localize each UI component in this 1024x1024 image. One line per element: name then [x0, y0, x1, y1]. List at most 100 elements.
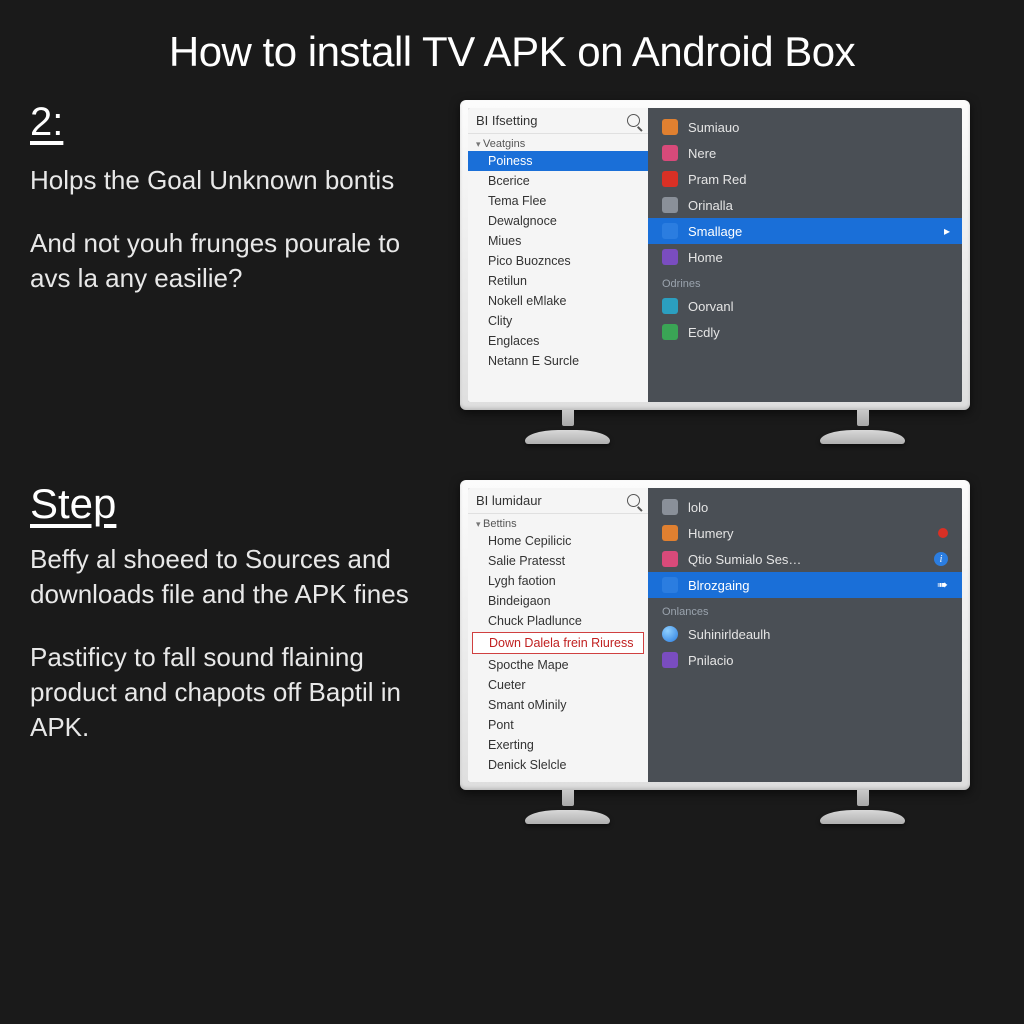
tv-monitor-2: BI lumidaur Bettins Home CepilicicSalie … — [460, 480, 970, 824]
tv1-content: SumiauoNerePram RedOrinallaSmallageHome … — [648, 108, 962, 402]
sidebar-item[interactable]: Down Dalela frein Riuress — [472, 632, 644, 654]
step1-para2: And not youh frunges pourale to avs la a… — [30, 226, 440, 296]
sidebar-item[interactable]: Exerting — [468, 735, 648, 755]
content-item[interactable]: Pram Red — [648, 166, 962, 192]
content-item[interactable]: lolo — [648, 494, 962, 520]
sidebar-item[interactable]: Netann E Surcle — [468, 351, 648, 371]
sidebar-item[interactable]: Cueter — [468, 675, 648, 695]
step1-para1: Holps the Goal Unknown bontis — [30, 163, 440, 198]
tv-leg — [820, 790, 905, 824]
sidebar-item[interactable]: Bindeigaon — [468, 591, 648, 611]
step-row-2: Step Beffy al shoeed to Sources and down… — [0, 444, 1024, 824]
tv-leg — [525, 790, 610, 824]
step2-text: Step Beffy al shoeed to Sources and down… — [30, 480, 460, 773]
sidebar-item[interactable]: Chuck Pladlunce — [468, 611, 648, 631]
step2-para2: Pastificy to fall sound flaining product… — [30, 640, 440, 745]
pink-icon — [662, 145, 678, 161]
content-item-label: lolo — [688, 500, 708, 515]
tv1-sidebar-header: BI Ifsetting — [468, 108, 648, 134]
orange-icon — [662, 525, 678, 541]
sidebar-item[interactable]: Smant oMinily — [468, 695, 648, 715]
tv2-sidebar-list: Home CepilicicSalie PratesstLygh faotion… — [468, 531, 648, 775]
content-item[interactable]: Qtio Sumialo Ses… i — [648, 546, 962, 572]
content-item-label: Pnilacio — [688, 653, 734, 668]
info-icon[interactable]: i — [934, 552, 948, 566]
content-item[interactable]: Humery — [648, 520, 962, 546]
status-dot-icon — [938, 528, 948, 538]
content-item-label: Qtio Sumialo Ses… — [688, 552, 801, 567]
content-item[interactable]: Smallage — [648, 218, 962, 244]
tv2-section-label: Bettins — [468, 514, 648, 531]
step-row-1: 2: Holps the Goal Unknown bontis And not… — [0, 88, 1024, 444]
content-item-label: Oorvanl — [688, 299, 734, 314]
sidebar-item[interactable]: Lygh faotion — [468, 571, 648, 591]
content-item[interactable]: Nere — [648, 140, 962, 166]
content-item-label: Suhinirldeaulh — [688, 627, 770, 642]
tv1-sidebar-title: BI Ifsetting — [476, 113, 621, 128]
content-item[interactable]: Pnilacio — [648, 647, 962, 673]
content-item[interactable]: Suhinirldeaulh — [648, 621, 962, 647]
content-item-label: Pram Red — [688, 172, 747, 187]
content-item[interactable]: Home — [648, 244, 962, 270]
sidebar-item[interactable]: Salie Pratesst — [468, 551, 648, 571]
purple-icon — [662, 652, 678, 668]
globe-icon — [662, 626, 678, 642]
sidebar-item[interactable]: Home Cepilicic — [468, 531, 648, 551]
sidebar-item[interactable]: Pont — [468, 715, 648, 735]
content-item-label: Orinalla — [688, 198, 733, 213]
orange-icon — [662, 119, 678, 135]
pink-icon — [662, 551, 678, 567]
sidebar-item[interactable]: Denick Slelcle — [468, 755, 648, 775]
step2-heading: Step — [30, 480, 440, 528]
tv2-content-list2: Suhinirldeaulh Pnilacio — [648, 621, 962, 673]
sidebar-item[interactable]: Bcerice — [468, 171, 648, 191]
sidebar-item[interactable]: Nokell eMlake — [468, 291, 648, 311]
sidebar-item[interactable]: Poiness — [468, 151, 648, 171]
tv1-section-label: Veatgins — [468, 134, 648, 151]
content-item-label: Sumiauo — [688, 120, 739, 135]
sidebar-item[interactable]: Pico Buoznces — [468, 251, 648, 271]
chevron-right-icon: ➠ — [937, 577, 948, 593]
content-item-label: Nere — [688, 146, 716, 161]
tv1-content-list2: Oorvanl Ecdly — [648, 293, 962, 345]
tv2-sidebar-title: BI lumidaur — [476, 493, 621, 508]
step1-number: 2: — [30, 100, 440, 145]
tv1-content-list: Sumiauo Nere Pram Red Orinalla Smallage Home — [648, 114, 962, 270]
sidebar-item[interactable]: Clity — [468, 311, 648, 331]
content-item-label: Blrozgaing — [688, 578, 749, 593]
green-icon — [662, 324, 678, 340]
tv-leg — [525, 410, 610, 444]
sidebar-item[interactable]: Englaces — [468, 331, 648, 351]
content-item[interactable]: Blrozgaing ➠ — [648, 572, 962, 598]
red-icon — [662, 171, 678, 187]
sidebar-item[interactable]: Tema Flee — [468, 191, 648, 211]
content-item-label: Home — [688, 250, 723, 265]
search-icon[interactable] — [627, 494, 640, 507]
content-item-label: Ecdly — [688, 325, 720, 340]
tv2-sidebar: BI lumidaur Bettins Home CepilicicSalie … — [468, 488, 648, 782]
tv-stand — [460, 790, 970, 824]
step1-text: 2: Holps the Goal Unknown bontis And not… — [30, 100, 460, 324]
page-title: How to install TV APK on Android Box — [0, 0, 1024, 88]
step2-para1: Beffy al shoeed to Sources and downloads… — [30, 542, 440, 612]
sidebar-item[interactable]: Retilun — [468, 271, 648, 291]
blue-icon — [662, 223, 678, 239]
grey-icon — [662, 499, 678, 515]
sidebar-item[interactable]: Spocthe Mape — [468, 655, 648, 675]
tv2-sidebar-header: BI lumidaur — [468, 488, 648, 514]
sidebar-item[interactable]: Miues — [468, 231, 648, 251]
content-item[interactable]: Orinalla — [648, 192, 962, 218]
sidebar-item[interactable]: Dewalgnoce — [468, 211, 648, 231]
content-item[interactable]: Ecdly — [648, 319, 962, 345]
tv1-sidebar-list: PoinessBcericeTema FleeDewalgnoceMiuesPi… — [468, 151, 648, 371]
grey-icon — [662, 197, 678, 213]
tv1-sidebar: BI Ifsetting Veatgins PoinessBcericeTema… — [468, 108, 648, 402]
tv2-content: loloHumeryQtio Sumialo Ses…iBlrozgaing➠ … — [648, 488, 962, 782]
tv2-content-list: lolo Humery Qtio Sumialo Ses… i Blrozgaing ➠ — [648, 494, 962, 598]
search-icon[interactable] — [627, 114, 640, 127]
tv-monitor-1: BI Ifsetting Veatgins PoinessBcericeTema… — [460, 100, 970, 444]
tv2-category: Onlances — [648, 598, 962, 621]
content-item[interactable]: Oorvanl — [648, 293, 962, 319]
tv1-category: Odrines — [648, 270, 962, 293]
content-item[interactable]: Sumiauo — [648, 114, 962, 140]
